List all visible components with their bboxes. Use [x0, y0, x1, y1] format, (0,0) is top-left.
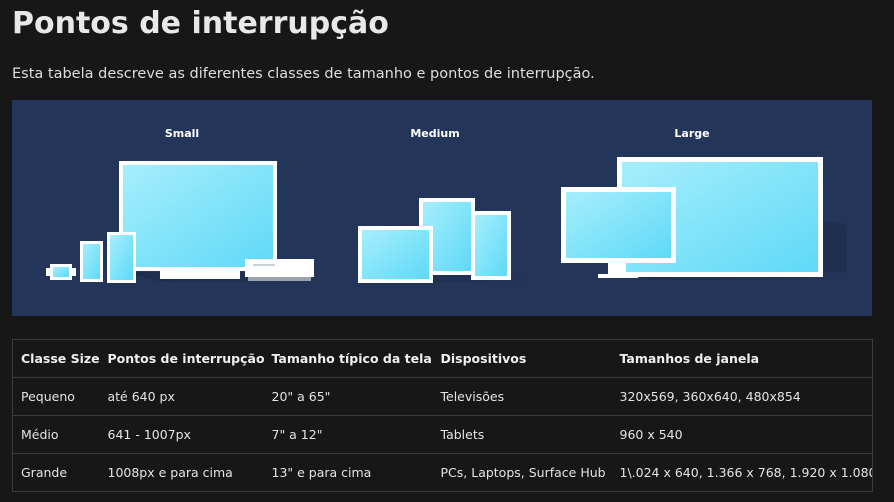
- cell-devices: Tablets: [432, 415, 612, 454]
- cell-window-sizes: 320x569, 360x640, 480x854: [611, 377, 873, 416]
- header-window-sizes: Tamanhos de janela: [611, 339, 873, 378]
- cell-breakpoints: 641 - 1007px: [99, 415, 264, 454]
- cell-devices: PCs, Laptops, Surface Hub: [432, 453, 612, 492]
- label-small: Small: [164, 127, 200, 140]
- medium-devices: [358, 198, 532, 283]
- small-devices: [46, 161, 322, 283]
- cell-window-sizes: 960 x 540: [611, 415, 873, 454]
- large-devices: [561, 157, 862, 280]
- header-size-class: Classe Size: [12, 339, 100, 378]
- cell-size-class: Pequeno: [12, 377, 100, 416]
- header-screen-size: Tamanho típico da tela: [263, 339, 433, 378]
- cell-size-class: Médio: [12, 415, 100, 454]
- cell-screen-size: 7" a 12": [263, 415, 433, 454]
- cell-size-class: Grande: [12, 453, 100, 492]
- table-row: Médio 641 - 1007px 7" a 12" Tablets 960 …: [12, 415, 873, 454]
- cell-screen-size: 13" e para cima: [263, 453, 433, 492]
- page-description: Esta tabela descreve as diferentes class…: [12, 66, 595, 82]
- page-title: Pontos de interrupção: [12, 6, 389, 41]
- label-large: Large: [674, 127, 710, 140]
- table-row: Pequeno até 640 px 20" a 65" Televisões …: [12, 377, 873, 416]
- cell-breakpoints: até 640 px: [99, 377, 264, 416]
- header-devices: Dispositivos: [432, 339, 612, 378]
- cell-screen-size: 20" a 65": [263, 377, 433, 416]
- breakpoints-table: Classe Size Pontos de interrupção Tamanh…: [12, 339, 873, 492]
- table-header-row: Classe Size Pontos de interrupção Tamanh…: [12, 339, 873, 378]
- table-row: Grande 1008px e para cima 13" e para cim…: [12, 453, 873, 492]
- header-breakpoints: Pontos de interrupção: [99, 339, 264, 378]
- cell-window-sizes: 1\.024 x 640, 1.366 x 768, 1.920 x 1.080: [611, 453, 873, 492]
- cell-breakpoints: 1008px e para cima: [99, 453, 264, 492]
- breakpoints-illustration: Small Medium Large: [12, 100, 872, 316]
- label-medium: Medium: [410, 127, 460, 140]
- page: Pontos de interrupção Esta tabela descre…: [0, 0, 894, 502]
- cell-devices: Televisões: [432, 377, 612, 416]
